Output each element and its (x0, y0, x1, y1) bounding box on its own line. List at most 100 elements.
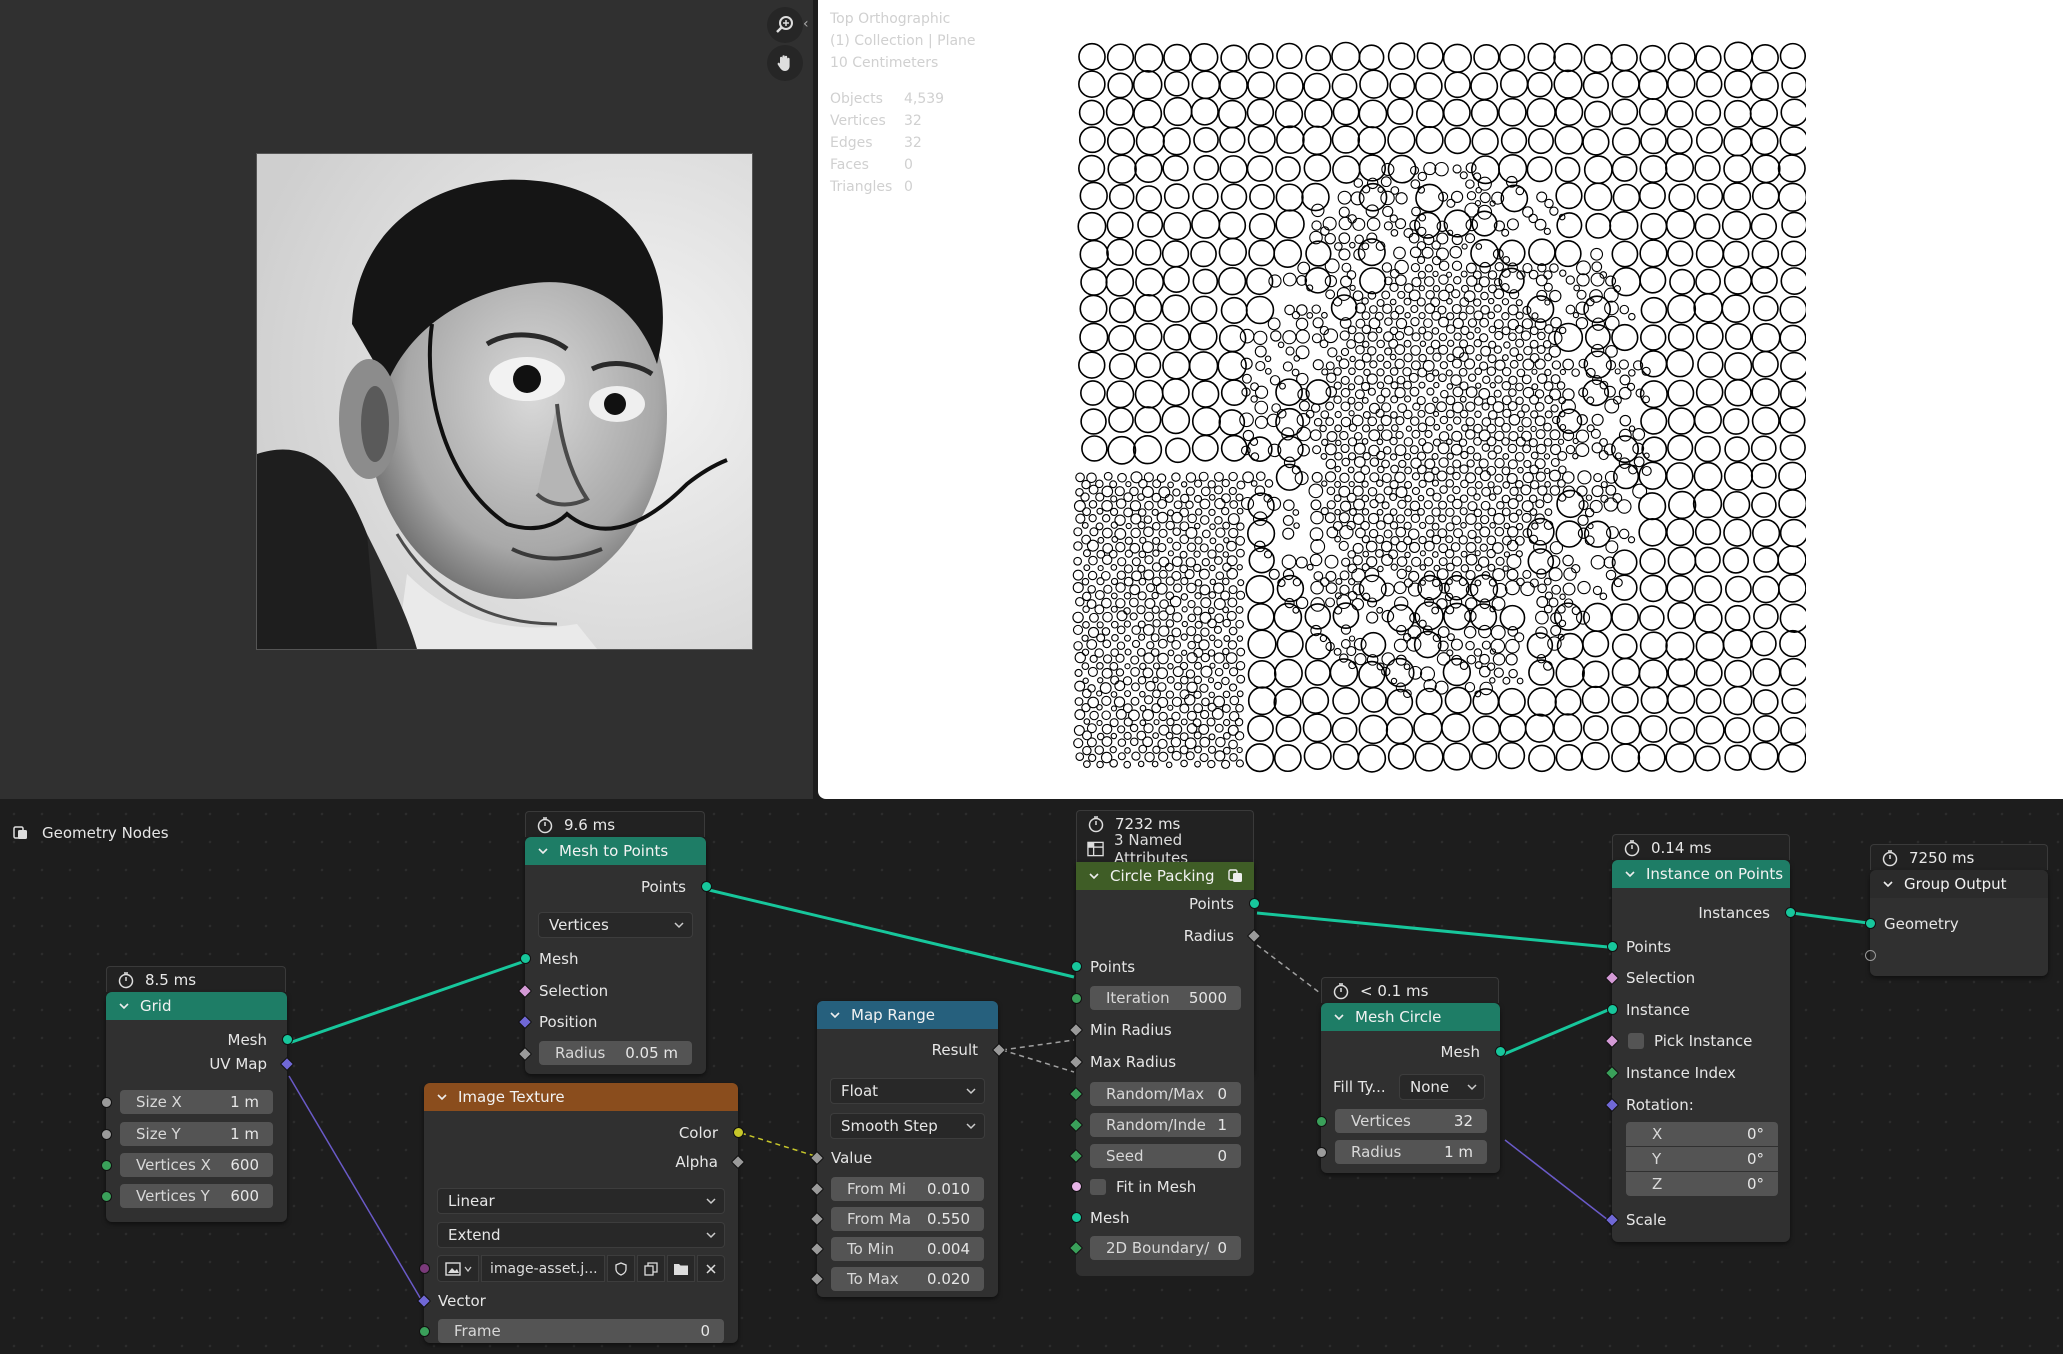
socket-iop-instances[interactable] (1785, 907, 1796, 918)
circle-packing-body: Points Radius Points Iteration 5000 Min R… (1068, 890, 1262, 1276)
group-output-header[interactable]: Group Output (1870, 870, 2048, 898)
rotation-y-field[interactable]: Y 0° (1626, 1147, 1778, 1171)
image-texture-node[interactable]: Image Texture Color Alpha Linear Extend … (416, 1083, 746, 1343)
circle-radius-field[interactable]: Radius 1 m (1335, 1140, 1487, 1164)
socket-circle-mesh[interactable] (1495, 1046, 1506, 1057)
grid-node[interactable]: Grid Mesh UV Map Size X1 m Size Y1 m Ver… (101, 992, 295, 1222)
grid-size-x-field[interactable]: Size X1 m (120, 1090, 273, 1114)
packed-circle (1273, 744, 1302, 773)
collapse-arrow-icon[interactable]: ‹ (803, 16, 809, 32)
socket-image[interactable] (419, 1263, 430, 1274)
mtp-mode-dropdown[interactable]: Vertices (538, 912, 693, 938)
random-max-field[interactable]: Random/Max 0 (1090, 1082, 1241, 1106)
node-editor-panel[interactable]: Geometry Nodes 8.5 ms Grid Mesh UV Map S… (0, 800, 2063, 1354)
instance-on-points-node[interactable]: Instance on Points Instances Points Sele… (1604, 860, 1796, 1242)
grid-header[interactable]: Grid (106, 992, 287, 1020)
map-range-interp-dropdown[interactable]: Smooth Step (830, 1113, 985, 1139)
extension-dropdown[interactable]: Extend (437, 1222, 725, 1248)
socket-vertices-x[interactable] (101, 1160, 112, 1171)
pan-tool-button[interactable] (767, 45, 803, 81)
socket-packing-points-in[interactable] (1071, 961, 1082, 972)
map-range-header[interactable]: Map Range (817, 1001, 998, 1029)
chevron-down-icon[interactable] (1088, 870, 1100, 882)
packed-circle (1156, 696, 1169, 709)
image-browse-button[interactable] (437, 1255, 479, 1282)
unlink-image-button[interactable] (697, 1255, 725, 1282)
grid-vertices-x-field[interactable]: Vertices X 600 (120, 1153, 273, 1177)
rotation-z-field[interactable]: Z 0° (1626, 1172, 1778, 1196)
map-range-type-dropdown[interactable]: Float (830, 1078, 985, 1104)
seed-field[interactable]: Seed 0 (1090, 1144, 1241, 1168)
chevron-down-icon[interactable] (118, 1000, 130, 1012)
boundary-field[interactable]: 2D Boundary/0 (1090, 1236, 1241, 1260)
grid-size-y-field[interactable]: Size Y1 m (120, 1122, 273, 1146)
3d-viewport[interactable]: Top Orthographic (1) Collection | Plane … (818, 0, 2063, 799)
packed-circle (1752, 295, 1779, 322)
socket-iteration[interactable] (1071, 993, 1082, 1004)
socket-grid-mesh[interactable] (282, 1034, 293, 1045)
rotation-x-field[interactable]: X 0° (1626, 1122, 1778, 1146)
socket-vertices-y[interactable] (101, 1191, 112, 1202)
packed-circle (1465, 305, 1475, 315)
chevron-down-icon[interactable] (829, 1009, 841, 1021)
socket-circle-radius[interactable] (1316, 1147, 1327, 1158)
socket-mtp-mesh[interactable] (520, 953, 531, 964)
packed-circle (1529, 464, 1540, 475)
mesh-circle-node[interactable]: Mesh Circle Mesh Fill Ty... None Vertice… (1316, 1003, 1506, 1173)
chevron-down-icon[interactable] (1333, 1011, 1345, 1023)
to-min-field[interactable]: To Min 0.004 (831, 1237, 984, 1261)
to-max-field[interactable]: To Max 0.020 (831, 1267, 984, 1291)
packed-circle (1336, 594, 1352, 610)
chevron-down-icon[interactable] (537, 845, 549, 857)
from-min-field[interactable]: From Mi 0.010 (831, 1177, 984, 1201)
image-texture-header[interactable]: Image Texture (424, 1083, 738, 1111)
packed-circle (1083, 564, 1091, 572)
packed-circle (1577, 514, 1589, 526)
packed-circle (1302, 125, 1332, 156)
socket-image-frame[interactable] (419, 1326, 430, 1337)
from-max-field[interactable]: From Ma 0.550 (831, 1207, 984, 1231)
socket-packing-mesh[interactable] (1071, 1212, 1082, 1223)
open-image-button[interactable] (667, 1255, 695, 1282)
mesh-circle-header[interactable]: Mesh Circle (1321, 1003, 1500, 1031)
chevron-down-icon[interactable] (1882, 878, 1894, 890)
zoom-tool-button[interactable] (767, 7, 803, 43)
socket-image-color[interactable] (733, 1127, 744, 1138)
socket-size-y[interactable] (101, 1129, 112, 1140)
fit-in-mesh-check[interactable] (1090, 1179, 1106, 1195)
packed-circle (1295, 596, 1309, 610)
socket-output-geometry[interactable] (1865, 918, 1876, 929)
pick-instance-check[interactable] (1628, 1033, 1644, 1049)
socket-circle-vertices[interactable] (1316, 1116, 1327, 1127)
mesh-to-points-node[interactable]: Mesh to Points Points Vertices Mesh Sele… (517, 837, 712, 1074)
chevron-down-icon[interactable] (436, 1091, 448, 1103)
packed-circle (1436, 247, 1449, 261)
map-range-node[interactable]: Map Range Result Float Smooth Step Value… (809, 1001, 1007, 1297)
instance-on-points-header[interactable]: Instance on Points (1612, 860, 1790, 888)
mesh-to-points-header[interactable]: Mesh to Points (525, 837, 706, 865)
chevron-down-icon[interactable] (1624, 868, 1636, 880)
circle-vertices-field[interactable]: Vertices 32 (1335, 1109, 1487, 1133)
image-frame-field[interactable]: Frame 0 (438, 1319, 724, 1343)
image-name-field[interactable]: image-asset.j... (481, 1255, 605, 1282)
group-output-node[interactable]: Group Output Geometry (1865, 870, 2048, 976)
socket-size-x[interactable] (101, 1097, 112, 1108)
socket-iop-points[interactable] (1607, 941, 1618, 952)
socket-iop-instance[interactable] (1607, 1004, 1618, 1015)
image-selector[interactable]: image-asset.j... (437, 1255, 725, 1282)
duplicate-image-button[interactable] (637, 1255, 665, 1282)
random-index-field[interactable]: Random/Inde 1 (1090, 1113, 1241, 1137)
circle-packing-header[interactable]: Circle Packing (1076, 862, 1254, 890)
socket-packing-points-out[interactable] (1249, 898, 1260, 909)
socket-output-empty[interactable] (1865, 950, 1876, 961)
fit-in-mesh-checkbox[interactable]: Fit in Mesh (1076, 1175, 1254, 1199)
node-group-icon[interactable] (1228, 868, 1244, 884)
mtp-radius-field[interactable]: Radius 0.05 m (539, 1041, 692, 1065)
pick-instance-checkbox[interactable]: Pick Instance (1612, 1029, 1790, 1053)
socket-mtp-points[interactable] (701, 881, 712, 892)
fill-type-dropdown[interactable]: None (1399, 1074, 1485, 1100)
iteration-field[interactable]: Iteration 5000 (1090, 986, 1241, 1010)
fake-user-button[interactable] (607, 1255, 635, 1282)
grid-vertices-y-field[interactable]: Vertices Y 600 (120, 1184, 273, 1208)
interpolation-dropdown[interactable]: Linear (437, 1188, 725, 1214)
